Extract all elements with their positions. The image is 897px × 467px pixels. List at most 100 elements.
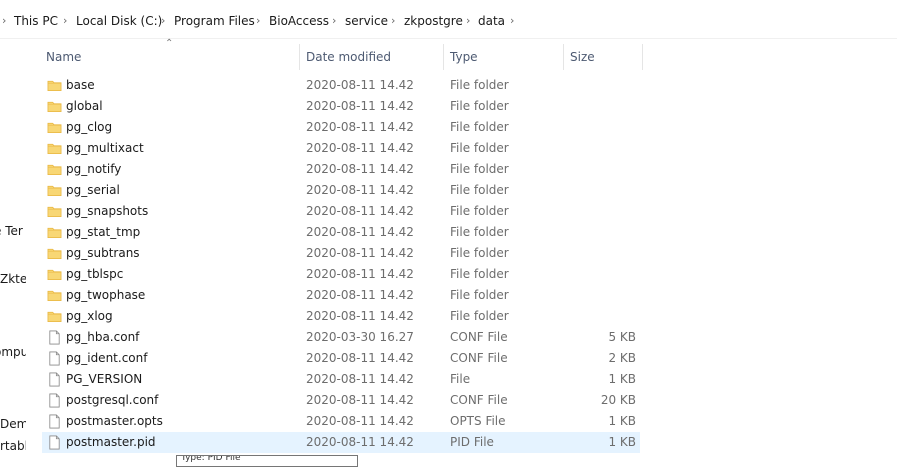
file-date: 2020-08-11 14.42 xyxy=(306,183,414,197)
file-name: pg_multixact xyxy=(66,141,144,155)
file-date: 2020-08-11 14.42 xyxy=(306,393,414,407)
file-type: File folder xyxy=(450,141,509,155)
table-row[interactable]: postmaster.pid 2020-08-11 14.42 PID File 1 … xyxy=(42,432,640,453)
file-date: 2020-08-11 14.42 xyxy=(306,246,414,260)
table-row[interactable]: pg_ident.conf 2020-08-11 14.42 CONF File 2 … xyxy=(42,348,640,369)
breadcrumb-zkpostgre[interactable]: zkpostgre xyxy=(404,13,463,29)
breadcrumb-service[interactable]: service xyxy=(345,13,388,29)
file-size: 5 KB xyxy=(608,330,636,344)
file-icon xyxy=(47,372,62,387)
column-header-size[interactable]: Size xyxy=(570,44,595,70)
navigation-pane: e Ter Zkte ompu Dem rtabl xyxy=(0,38,26,461)
file-type: File folder xyxy=(450,204,509,218)
file-date: 2020-08-11 14.42 xyxy=(306,351,414,365)
file-date: 2020-08-11 14.42 xyxy=(306,267,414,281)
table-row[interactable]: pg_subtrans 2020-08-11 14.42 File folder xyxy=(42,243,640,264)
nav-item[interactable]: e Ter xyxy=(0,224,26,238)
nav-item[interactable]: ompu xyxy=(0,345,26,359)
nav-item[interactable]: rtabl xyxy=(0,439,26,453)
table-row[interactable]: pg_stat_tmp 2020-08-11 14.42 File folder xyxy=(42,222,640,243)
tooltip: Type: PID File xyxy=(176,455,358,467)
nav-item[interactable]: Zkte xyxy=(0,272,26,286)
chevron-right-icon[interactable]: › xyxy=(63,13,67,29)
table-row[interactable]: pg_twophase 2020-08-11 14.42 File folder xyxy=(42,285,640,306)
file-type: File folder xyxy=(450,246,509,260)
chevron-right-icon[interactable]: › xyxy=(332,13,336,29)
chevron-right-icon[interactable]: › xyxy=(2,13,6,29)
table-row[interactable]: pg_tblspc 2020-08-11 14.42 File folder xyxy=(42,264,640,285)
folder-icon xyxy=(47,267,62,282)
file-name: pg_clog xyxy=(66,120,113,134)
file-date: 2020-08-11 14.42 xyxy=(306,435,414,449)
address-bar[interactable]: › This PC › Local Disk (C:) › Program Fi… xyxy=(0,0,897,39)
file-date: 2020-08-11 14.42 xyxy=(306,78,414,92)
table-row[interactable]: pg_clog 2020-08-11 14.42 File folder xyxy=(42,117,640,138)
column-divider[interactable] xyxy=(563,44,564,70)
chevron-right-icon[interactable]: › xyxy=(391,13,395,29)
column-divider[interactable] xyxy=(642,44,643,70)
table-row[interactable]: pg_xlog 2020-08-11 14.42 File folder xyxy=(42,306,640,327)
table-row[interactable]: postgresql.conf 2020-08-11 14.42 CONF File… xyxy=(42,390,640,411)
chevron-right-icon[interactable]: › xyxy=(510,13,514,29)
file-date: 2020-03-30 16.27 xyxy=(306,330,414,344)
folder-icon xyxy=(47,309,62,324)
breadcrumb-bioaccess[interactable]: BioAccess xyxy=(269,13,329,29)
file-date: 2020-08-11 14.42 xyxy=(306,141,414,155)
file-icon xyxy=(47,414,62,429)
table-row[interactable]: pg_hba.conf 2020-03-30 16.27 CONF File 5 KB xyxy=(42,327,640,348)
table-row[interactable]: base 2020-08-11 14.42 File folder xyxy=(42,75,640,96)
folder-icon xyxy=(47,204,62,219)
file-size xyxy=(564,138,636,159)
file-name: pg_twophase xyxy=(66,288,146,302)
file-name: pg_ident.conf xyxy=(66,351,148,365)
chevron-right-icon[interactable]: › xyxy=(256,13,260,29)
file-date: 2020-08-11 14.42 xyxy=(306,204,414,218)
column-header-type[interactable]: Type xyxy=(450,44,478,70)
file-date: 2020-08-11 14.42 xyxy=(306,225,414,239)
sort-up-icon: ⌃ xyxy=(165,38,174,49)
table-row[interactable]: pg_multixact 2020-08-11 14.42 File folder xyxy=(42,138,640,159)
file-size xyxy=(564,180,636,201)
file-type: CONF File xyxy=(450,351,508,365)
file-date: 2020-08-11 14.42 xyxy=(306,288,414,302)
file-icon xyxy=(47,393,62,408)
folder-icon xyxy=(47,141,62,156)
file-type: CONF File xyxy=(450,393,508,407)
file-type: File xyxy=(450,372,471,386)
file-size: 2 KB xyxy=(608,351,636,365)
file-size xyxy=(564,201,636,222)
table-row[interactable]: pg_serial 2020-08-11 14.42 File folder xyxy=(42,180,640,201)
file-date: 2020-08-11 14.42 xyxy=(306,372,414,386)
file-name: global xyxy=(66,99,103,113)
file-date: 2020-08-11 14.42 xyxy=(306,99,414,113)
breadcrumb-program-files[interactable]: Program Files xyxy=(174,13,255,29)
file-size: 1 KB xyxy=(608,414,636,428)
file-name: pg_xlog xyxy=(66,309,113,323)
column-header-date[interactable]: Date modified xyxy=(306,44,391,70)
file-icon xyxy=(47,435,62,450)
file-date: 2020-08-11 14.42 xyxy=(306,120,414,134)
breadcrumb-local-disk[interactable]: Local Disk (C:) xyxy=(76,13,162,29)
table-row[interactable]: PG_VERSION 2020-08-11 14.42 File 1 KB xyxy=(42,369,640,390)
table-row[interactable]: pg_notify 2020-08-11 14.42 File folder xyxy=(42,159,640,180)
column-divider[interactable] xyxy=(443,44,444,70)
folder-icon xyxy=(47,162,62,177)
nav-item[interactable]: Dem xyxy=(0,417,26,431)
file-name: pg_tblspc xyxy=(66,267,124,281)
file-size: 1 KB xyxy=(608,372,636,386)
column-divider[interactable] xyxy=(299,44,300,70)
file-type: File folder xyxy=(450,309,509,323)
folder-icon xyxy=(47,288,62,303)
breadcrumb-data[interactable]: data xyxy=(478,13,505,29)
file-name: PG_VERSION xyxy=(66,372,143,386)
breadcrumb-this-pc[interactable]: This PC xyxy=(14,13,58,29)
chevron-right-icon[interactable]: › xyxy=(466,13,470,29)
file-name: pg_hba.conf xyxy=(66,330,140,344)
table-row[interactable]: global 2020-08-11 14.42 File folder xyxy=(42,96,640,117)
column-header-name[interactable]: Name xyxy=(46,44,81,70)
file-size xyxy=(564,306,636,327)
chevron-right-icon[interactable]: › xyxy=(161,13,165,29)
file-date: 2020-08-11 14.42 xyxy=(306,414,414,428)
table-row[interactable]: postmaster.opts 2020-08-11 14.42 OPTS File… xyxy=(42,411,640,432)
table-row[interactable]: pg_snapshots 2020-08-11 14.42 File folder xyxy=(42,201,640,222)
